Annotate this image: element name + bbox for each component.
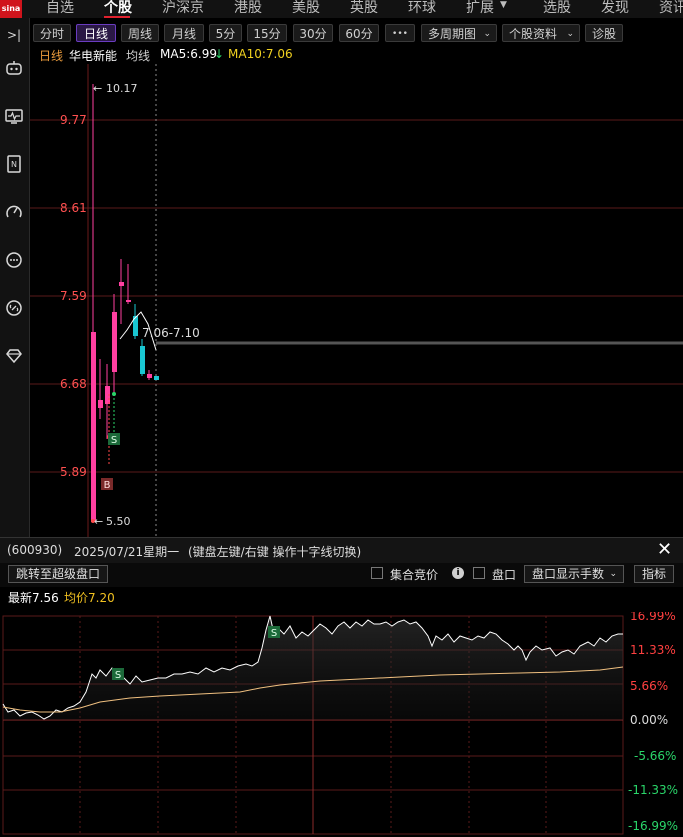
- candle: [154, 376, 159, 380]
- kline-chart[interactable]: 9.77 8.61 7.59 6.68 5.89 S B ← 10.17 ← 5…: [30, 64, 683, 537]
- info-icon[interactable]: i: [452, 567, 464, 579]
- auction-label: 集合竞价: [390, 568, 439, 582]
- chevron-down-icon: ▼: [500, 0, 507, 10]
- avg-price: 均价7.20: [64, 591, 115, 605]
- pct-tick-label: 5.66%: [630, 679, 668, 693]
- candle: [147, 374, 152, 378]
- period-intraday-button[interactable]: 分时: [33, 24, 71, 42]
- candle: [119, 282, 124, 286]
- stock-code: (600930): [7, 543, 63, 557]
- high-arrow-icon: ←: [93, 82, 102, 95]
- low-price-label: 5.50: [106, 515, 131, 528]
- nav-item-extend[interactable]: 扩展: [466, 0, 494, 17]
- kline-tick-label: 5.89: [60, 465, 87, 479]
- link-icon[interactable]: [3, 298, 25, 320]
- svg-text:N: N: [11, 160, 17, 169]
- nav-item-screener[interactable]: 选股: [543, 0, 571, 17]
- detail-date: 2025/07/21星期一: [74, 545, 180, 559]
- pct-tick-label: 0.00%: [630, 713, 668, 727]
- legend-period: 日线: [39, 49, 64, 63]
- period-30min-button[interactable]: 30分: [293, 24, 333, 42]
- chevron-down-icon: ⌄: [609, 569, 617, 579]
- kline-tick-label: 6.68: [60, 377, 87, 391]
- candle: [140, 346, 145, 374]
- auction-checkbox[interactable]: [371, 567, 383, 579]
- candles: [91, 84, 159, 522]
- stock-profile-label: 个股资料: [509, 27, 558, 41]
- left-toolbar: >| N: [0, 18, 30, 537]
- candle: [91, 332, 96, 522]
- period-60min-button[interactable]: 60分: [339, 24, 379, 42]
- kline-tick-label: 7.59: [60, 289, 87, 303]
- chat-icon[interactable]: [3, 250, 25, 272]
- chevron-down-icon: ⌄: [566, 29, 574, 39]
- pct-tick-label: 16.99%: [630, 612, 676, 623]
- nav-item-stock[interactable]: 个股: [104, 0, 132, 17]
- candle: [98, 400, 103, 408]
- stock-profile-dropdown[interactable]: 个股资料 ⌄: [502, 24, 580, 42]
- pankou-mode-dropdown[interactable]: 盘口显示手数 ⌄: [524, 565, 624, 583]
- legend-ma10: MA10:7.06: [228, 47, 293, 61]
- robot-icon[interactable]: [3, 58, 25, 80]
- legend-ma5: MA5:6.99: [160, 47, 217, 61]
- pct-tick-label: -5.66%: [634, 749, 676, 763]
- nav-item-news[interactable]: 资讯: [659, 0, 683, 17]
- multi-period-label: 多周期图: [428, 27, 477, 41]
- diagnose-button[interactable]: 诊股: [585, 24, 623, 42]
- period-5min-button[interactable]: 5分: [209, 24, 242, 42]
- sell-marker-label: S: [271, 628, 277, 639]
- kline-tick-label: 8.61: [60, 201, 87, 215]
- period-15min-button[interactable]: 15分: [247, 24, 287, 42]
- sell-marker-label: S: [111, 435, 117, 446]
- crosshair-hint: (键盘左键/右键 操作十字线切换): [188, 545, 362, 559]
- intraday-chart[interactable]: S S 16.99% 11.33% 5.66% 0.00% -5.66% -11…: [0, 612, 683, 837]
- stock-name: 华电新能: [69, 49, 118, 63]
- detail-toolbar: 跳转至超级盘口 集合竞价 i 盘口 盘口显示手数 ⌄ 指标: [0, 563, 683, 587]
- more-periods-button[interactable]: •••: [385, 24, 415, 42]
- legend-avg[interactable]: 均线: [126, 47, 150, 64]
- candle: [126, 300, 131, 302]
- nav-item-hs[interactable]: 沪深京: [162, 0, 204, 17]
- pct-tick-label: 11.33%: [630, 643, 676, 657]
- high-price-label: 10.17: [106, 82, 138, 95]
- pankou-label: 盘口: [492, 568, 517, 582]
- news-icon[interactable]: N: [3, 154, 25, 176]
- jump-super-pankou-button[interactable]: 跳转至超级盘口: [8, 565, 108, 583]
- sell-marker-label: S: [115, 670, 121, 681]
- collapse-icon[interactable]: >|: [3, 24, 25, 46]
- down-arrow-icon: ↓: [214, 47, 225, 61]
- detail-header: (600930) 2025/07/21星期一 (键盘左键/右键 操作十字线切换)…: [0, 537, 683, 564]
- nav-item-uk[interactable]: 英股: [350, 0, 378, 17]
- low-arrow-icon: ←: [94, 515, 103, 528]
- indicator-button[interactable]: 指标: [634, 565, 674, 583]
- app-logo[interactable]: sinа: [0, 0, 22, 18]
- period-daily-button[interactable]: 日线: [76, 24, 116, 42]
- buy-marker-label: B: [104, 480, 111, 491]
- diamond-icon[interactable]: [3, 346, 25, 368]
- last-price: 最新7.56: [8, 591, 59, 605]
- multi-period-dropdown[interactable]: 多周期图 ⌄: [421, 24, 497, 42]
- kline-tick-label: 9.77: [60, 113, 87, 127]
- candle: [112, 312, 117, 372]
- nav-item-us[interactable]: 美股: [292, 0, 320, 17]
- pct-tick-label: -11.33%: [628, 783, 678, 797]
- pct-tick-label: -16.99%: [628, 819, 678, 833]
- nav-active-underline: [104, 16, 130, 18]
- monitor-icon[interactable]: [3, 106, 25, 128]
- top-nav: sinа 自选 个股 沪深京 港股 美股 英股 环球 扩展 ▼ 选股 发现 资讯: [0, 0, 683, 18]
- close-icon[interactable]: ✕: [657, 539, 672, 560]
- chevron-down-icon: ⌄: [483, 29, 491, 39]
- pankou-checkbox[interactable]: [473, 567, 485, 579]
- pankou-mode-label: 盘口显示手数: [532, 567, 605, 581]
- nav-item-watchlist[interactable]: 自选: [46, 0, 74, 17]
- nav-item-discover[interactable]: 发现: [601, 0, 629, 17]
- period-monthly-button[interactable]: 月线: [164, 24, 204, 42]
- range-label: 7.06-7.10: [142, 326, 200, 340]
- nav-item-hk[interactable]: 港股: [234, 0, 262, 17]
- nav-item-global[interactable]: 环球: [408, 0, 436, 17]
- period-weekly-button[interactable]: 周线: [121, 24, 159, 42]
- gauge-icon[interactable]: [3, 202, 25, 224]
